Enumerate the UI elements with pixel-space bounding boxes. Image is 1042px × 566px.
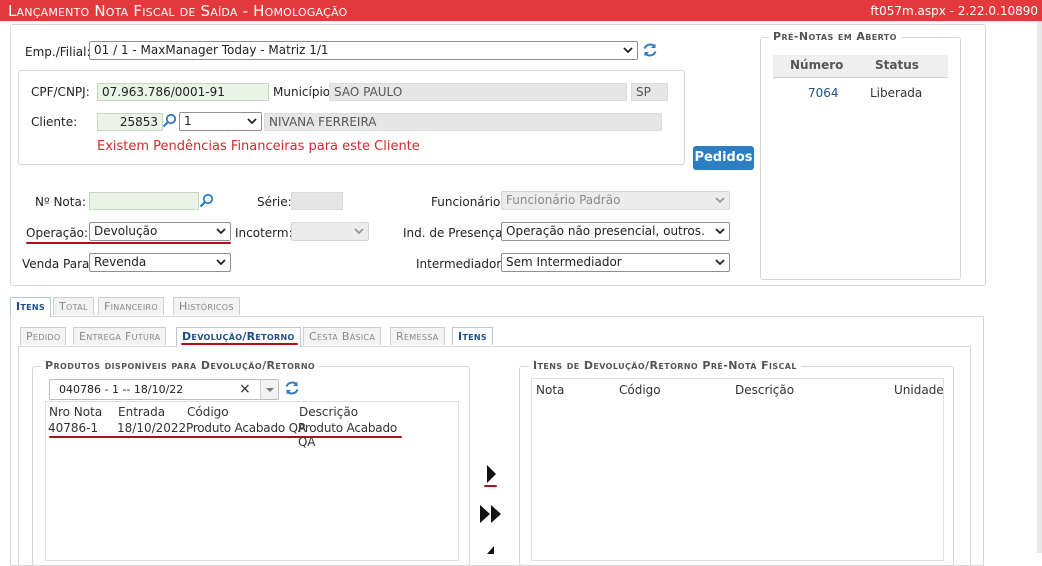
uf-input: SP <box>631 83 668 101</box>
move-all-right-icon[interactable] <box>479 503 503 528</box>
produtos-col-descricao: Descrição <box>299 405 359 419</box>
municipio-input: SAO PAULO <box>329 83 627 101</box>
chevron-down-icon <box>246 113 258 129</box>
subtab-highlight <box>181 343 298 345</box>
produtos-row-descricao: Produto Acabado QA <box>298 421 398 449</box>
cliente-seq-value: 1 <box>184 114 192 128</box>
move-one-left-icon[interactable] <box>484 543 498 557</box>
intermediador-label: Intermediador: <box>416 257 506 271</box>
produtos-col-entrada: Entrada <box>118 405 166 419</box>
cliente-name-input: NIVANA FERREIRA <box>264 113 662 131</box>
itens-dev-list <box>531 378 944 561</box>
arrow-highlight <box>484 485 497 487</box>
incoterm-label: Incoterm: <box>235 226 293 240</box>
venda-value: Revenda <box>94 255 147 269</box>
operacao-select[interactable]: Devolução <box>89 222 231 241</box>
itens-dev-col-unidade: Unidade <box>894 383 944 397</box>
produtos-row-codigo: Produto Acabado QA <box>186 421 306 435</box>
municipio-label: Município: <box>273 85 335 99</box>
cpf-label: CPF/CNPJ: <box>31 85 90 99</box>
prenotas-legend: Pré-Notas em Aberto <box>769 30 901 43</box>
subtab-remessa[interactable]: Remessa <box>390 327 445 345</box>
chevron-down-icon <box>714 254 726 270</box>
presenca-value: Operação não presencial, outros. <box>506 224 705 238</box>
funcionario-value: Funcionário Padrão <box>506 193 621 207</box>
intermediador-select[interactable]: Sem Intermediador <box>501 253 730 272</box>
cliente-code-value: 25853 <box>119 115 158 129</box>
nota-input[interactable] <box>89 192 199 210</box>
subtab-pedido[interactable]: Pedido <box>20 327 67 345</box>
refresh-icon[interactable] <box>642 42 658 61</box>
refresh-icon[interactable] <box>284 380 300 399</box>
cpf-input[interactable]: 07.963.786/0001-91 <box>97 83 269 101</box>
tab-historicos[interactable]: Históricos <box>173 297 240 315</box>
emp-filial-select[interactable]: 01 / 1 - MaxManager Today - Matriz 1/1 <box>89 41 638 60</box>
prenotas-col-numero: Número <box>790 58 844 72</box>
table-row[interactable]: 40786-1 18/10/2022 Produto Acabado QA Pr… <box>48 420 413 449</box>
operacao-value: Devolução <box>94 224 158 238</box>
funcionario-select: Funcionário Padrão <box>501 191 730 210</box>
title-bar: Lançamento Nota Fiscal de Saída - Homolo… <box>0 0 1042 21</box>
prenotas-col-status: Status <box>875 58 919 72</box>
tab-itens[interactable]: Itens <box>10 297 51 317</box>
intermediador-value: Sem Intermediador <box>506 255 622 269</box>
chevron-down-icon <box>215 223 227 239</box>
row-highlight <box>49 436 402 438</box>
nota-label: Nº Nota: <box>35 195 86 209</box>
itens-dev-col-nota: Nota <box>536 383 565 397</box>
produtos-row-nro: 40786-1 <box>48 421 99 435</box>
serie-input <box>291 192 343 210</box>
chevron-down-icon <box>215 254 227 270</box>
page-title: Lançamento Nota Fiscal de Saída - Homolo… <box>8 2 348 20</box>
operacao-highlight <box>26 242 231 244</box>
chevron-down-icon <box>714 192 726 208</box>
subtab-itens[interactable]: Itens <box>452 327 493 345</box>
combo-clear-icon[interactable]: × <box>239 381 251 397</box>
produtos-legend: Produtos disponíveis para Devolução/Reto… <box>41 359 320 372</box>
serie-label: Série: <box>257 195 292 209</box>
venda-select[interactable]: Revenda <box>89 253 231 272</box>
search-icon[interactable] <box>199 193 214 211</box>
produtos-col-codigo: Código <box>187 405 229 419</box>
cliente-seq-select[interactable]: 1 <box>179 112 262 131</box>
tab-financeiro[interactable]: Financeiro <box>98 297 164 315</box>
subtab-entrega-futura[interactable]: Entrega Futura <box>73 327 167 345</box>
venda-label: Venda Para: <box>22 257 94 271</box>
pedidos-button[interactable]: Pedidos <box>693 146 754 170</box>
presenca-label: Ind. de Presença: <box>403 226 507 240</box>
funcionario-label: Funcionário: <box>431 195 505 209</box>
prenotas-row-status: Liberada <box>870 86 923 100</box>
cliente-code-input[interactable]: 25853 <box>97 113 163 131</box>
search-icon[interactable] <box>162 113 177 131</box>
itens-dev-col-descricao: Descrição <box>735 383 795 397</box>
itens-dev-col-codigo: Código <box>619 383 661 397</box>
tab-total[interactable]: Total <box>53 297 94 315</box>
emp-filial-label: Emp./Filial: <box>25 45 91 59</box>
version-label: ft057m.aspx - 2.22.0.10890 <box>870 4 1038 18</box>
produtos-combo-value: 040786 - 1 -- 18/10/22 <box>59 383 184 396</box>
chevron-down-icon <box>353 223 365 239</box>
page-scrollbar[interactable] <box>1037 21 1042 553</box>
cliente-label: Cliente: <box>31 115 78 129</box>
incoterm-select <box>291 222 369 241</box>
chevron-down-icon <box>714 223 726 239</box>
produtos-row-entrada: 18/10/2022 <box>117 421 187 435</box>
operacao-label: Operação: <box>26 226 89 240</box>
itens-dev-legend: Itens de Devolução/Retorno Pré-Nota Fisc… <box>529 359 801 372</box>
pendencia-message: Existem Pendências Financeiras para este… <box>97 139 420 154</box>
presenca-select[interactable]: Operação não presencial, outros. <box>501 222 730 241</box>
subtab-cesta-basica[interactable]: Cesta Básica <box>303 327 382 345</box>
emp-filial-value: 01 / 1 - MaxManager Today - Matriz 1/1 <box>94 43 329 57</box>
combo-dropdown-button[interactable] <box>260 380 278 399</box>
prenotas-row-numero[interactable]: 7064 <box>808 86 839 100</box>
chevron-down-icon <box>622 42 634 58</box>
produtos-col-nro: Nro Nota <box>49 405 103 419</box>
